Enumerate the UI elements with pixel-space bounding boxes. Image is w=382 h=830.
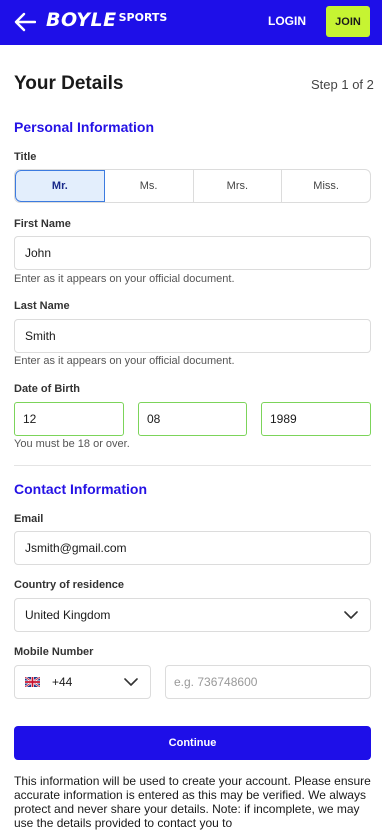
- title-selector: Mr. Ms. Mrs. Miss.: [14, 169, 371, 203]
- chevron-down-icon: [344, 611, 358, 619]
- uk-flag-icon: [25, 677, 40, 687]
- title-label: Title: [14, 151, 37, 163]
- chevron-down-icon: [124, 678, 138, 686]
- step-indicator: Step 1 of 2: [311, 77, 374, 92]
- email-input[interactable]: Jsmith@gmail.com: [14, 531, 371, 565]
- back-arrow-icon[interactable]: [14, 12, 36, 32]
- disclaimer-text: This information will be used to create …: [14, 774, 371, 830]
- personal-info-heading: Personal Information: [14, 119, 155, 135]
- title-option-miss[interactable]: Miss.: [282, 170, 370, 202]
- dob-label: Date of Birth: [14, 383, 80, 395]
- title-option-mrs[interactable]: Mrs.: [194, 170, 283, 202]
- country-select[interactable]: United Kingdom: [14, 598, 371, 632]
- dob-month-input[interactable]: 08: [138, 402, 247, 436]
- contact-info-heading: Contact Information: [14, 481, 147, 497]
- dob-year-input[interactable]: 1989: [261, 402, 371, 436]
- join-button[interactable]: JOIN: [326, 6, 370, 37]
- country-label: Country of residence: [14, 579, 125, 591]
- continue-button[interactable]: Continue: [14, 726, 371, 760]
- last-name-helper: Enter as it appears on your official doc…: [14, 355, 235, 367]
- dial-code-value: +44: [52, 675, 73, 689]
- section-divider: [14, 465, 371, 466]
- dob-helper: You must be 18 or over.: [14, 438, 130, 450]
- title-option-mr[interactable]: Mr.: [15, 170, 105, 202]
- login-button[interactable]: LOGIN: [268, 14, 306, 28]
- top-header: BOYLE SPORTS LOGIN JOIN: [0, 0, 382, 45]
- dial-code-select[interactable]: +44: [14, 665, 151, 699]
- dob-day-input[interactable]: 12: [14, 402, 124, 436]
- boylesports-logo[interactable]: BOYLE SPORTS: [46, 9, 167, 31]
- country-value: United Kingdom: [25, 608, 111, 622]
- last-name-input[interactable]: Smith: [14, 319, 371, 353]
- logo-sub-text: SPORTS: [118, 11, 168, 24]
- title-option-ms[interactable]: Ms.: [105, 170, 194, 202]
- email-label: Email: [14, 513, 44, 525]
- first-name-helper: Enter as it appears on your official doc…: [14, 273, 235, 285]
- mobile-number-input[interactable]: e.g. 736748600: [165, 665, 371, 699]
- first-name-label: First Name: [14, 218, 71, 230]
- mobile-label: Mobile Number: [14, 646, 94, 658]
- first-name-input[interactable]: John: [14, 236, 371, 270]
- last-name-label: Last Name: [14, 300, 70, 312]
- logo-main-text: BOYLE: [46, 9, 117, 31]
- page-title: Your Details: [14, 73, 124, 94]
